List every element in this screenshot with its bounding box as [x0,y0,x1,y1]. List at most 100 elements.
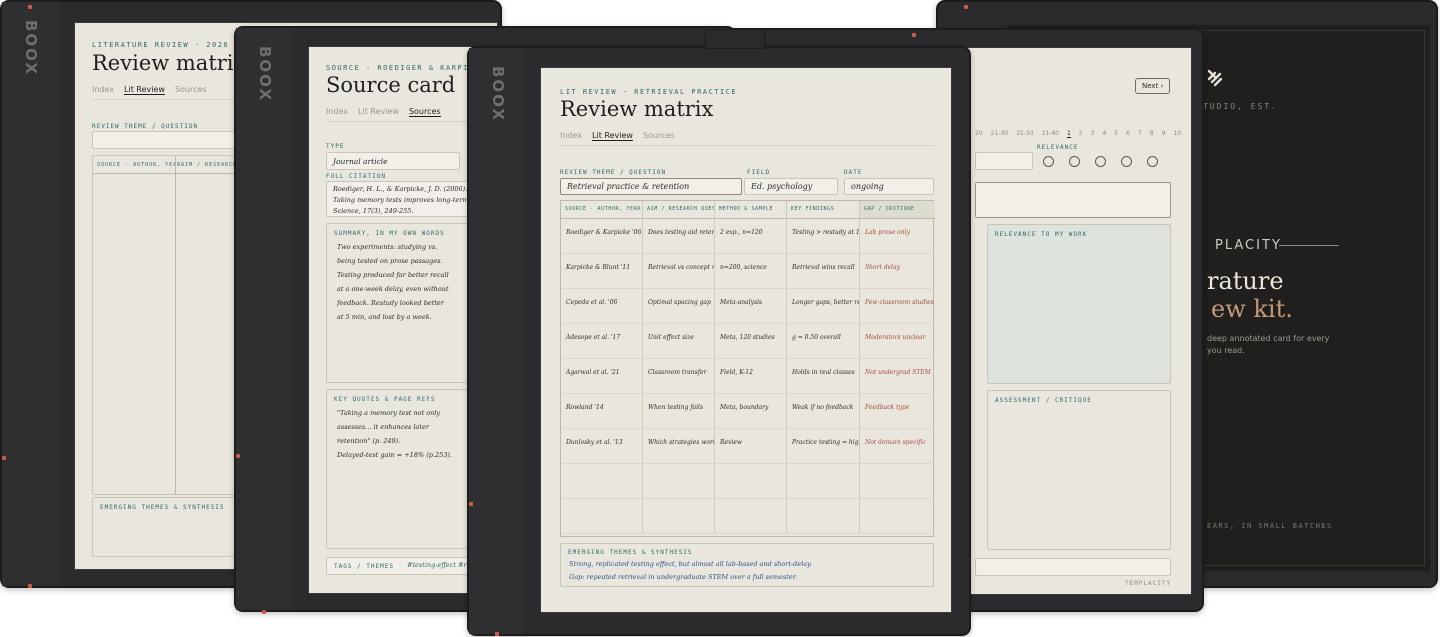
matrix-cell[interactable]: Review [715,429,787,464]
pager-number[interactable]: 4 [1102,130,1106,138]
pager-range[interactable]: 21-30 [991,130,1008,138]
rating-circle-icon[interactable] [1095,156,1106,167]
matrix-cell[interactable]: Not undergrad STEM [860,359,935,394]
matrix-column-header: KEY FINDINGS [787,201,860,219]
pager-number[interactable]: 5 [1114,130,1118,138]
type-field[interactable]: Journal article [326,152,460,170]
brand-rule [1279,245,1339,246]
boox-logo: BOOX [256,46,274,102]
matrix-cell[interactable]: Dunlosky et al. '13 [561,429,643,464]
pager-range[interactable]: 25-30 [1016,130,1033,138]
matrix-cell[interactable]: Rowland '14 [561,394,643,429]
tab-index[interactable]: Index [326,107,348,117]
matrix-cell[interactable]: n=200, science [715,254,787,289]
matrix-cell[interactable]: Adesope et al. '17 [561,324,643,359]
page-title: Review matrix [560,97,714,121]
matrix-cell[interactable]: Moderators unclear [860,324,935,359]
matrix-cell[interactable]: Longer gaps, better recall [787,289,860,324]
pager-number[interactable]: 3 [1091,130,1095,138]
matrix-column-header: AIM / RESEARCH QUESTION [643,201,715,219]
tags-label: TAGS / THEMES [334,563,394,570]
pager-range[interactable]: 31-40 [1042,130,1059,138]
matrix-cell[interactable]: Practice testing = high utility [787,429,860,464]
matrix-cell[interactable]: When testing fails [643,394,715,429]
assessment-panel[interactable]: ASSESSMENT / CRITIQUE [987,390,1171,550]
pager-number[interactable]: 2 [1079,130,1083,138]
desc-line-1: deep annotated card for every [1207,334,1330,343]
matrix-cell[interactable]: Retrieval wins recall [787,254,860,289]
date-label: DATE [844,169,863,176]
matrix-cell[interactable]: Holds in real classes [787,359,860,394]
tab-sources[interactable]: Sources [643,131,675,141]
tab-sources[interactable]: Sources [175,85,207,95]
matrix-cell[interactable] [643,464,715,499]
matrix-cell[interactable] [860,464,935,499]
matrix-cell[interactable]: Short delay [860,254,935,289]
matrix-cell[interactable]: Agarwal et al. '21 [561,359,643,394]
pager-number[interactable]: 6 [1126,130,1130,138]
rating-circle-icon[interactable] [1069,156,1080,167]
matrix-cell[interactable] [715,499,787,534]
matrix-cell[interactable]: Weak if no feedback [787,394,860,429]
rating-circle-icon[interactable] [1147,156,1158,167]
theme-input[interactable]: Retrieval practice & retention [560,178,742,195]
date-input[interactable]: ongoing [844,178,934,195]
pager-number[interactable]: 1 [1066,130,1071,138]
tags-value: #testing-effect #retr [407,561,477,569]
matrix-cell[interactable]: Few classroom studies [860,289,935,324]
tab-index[interactable]: Index [92,85,114,95]
emerging-panel[interactable]: EMERGING THEMES & SYNTHESIS Strong, repl… [560,543,934,587]
matrix-cell[interactable] [860,499,935,534]
matrix-cell[interactable]: Retrieval vs concept maps [643,254,715,289]
pager-number[interactable]: 7 [1138,130,1142,138]
matrix-cell[interactable]: Testing > restudy at 1 wk [787,219,860,254]
emerging-label: EMERGING THEMES & SYNTHESIS [568,549,693,556]
matrix-cell[interactable]: Not domain specific [860,429,935,464]
pager-number[interactable]: 10 [1173,130,1181,138]
tab-lit-review[interactable]: Lit Review [592,131,633,141]
matrix-cell[interactable]: Does testing aid retention? [643,219,715,254]
matrix-cell[interactable] [561,464,643,499]
brand-text: PLACITY [1215,238,1282,253]
matrix-cell[interactable] [787,499,860,534]
matrix-cell[interactable] [643,499,715,534]
matrix-cell[interactable]: Meta, boundary [715,394,787,429]
pager-number[interactable]: 8 [1150,130,1154,138]
tab-lit-review[interactable]: Lit Review [124,85,165,95]
studio-text: TUDIO, EST. [1203,102,1278,111]
matrix-cell[interactable]: Unit effect size [643,324,715,359]
tab-bar: Index Lit Review Sources [560,131,675,141]
matrix-cell[interactable]: Feedback type [860,394,935,429]
next-button[interactable]: Next › [1135,78,1171,94]
relevance-to-work-panel[interactable]: RELEVANCE TO MY WORK [987,224,1171,384]
summary-label: SUMMARY, IN MY OWN WORDS [334,230,445,237]
matrix-cell[interactable] [561,499,643,534]
matrix-cell[interactable] [787,464,860,499]
matrix-cell[interactable]: Classroom transfer [643,359,715,394]
footer-brand: TEMPLACITY [1125,580,1172,587]
matrix-cell[interactable]: Karpicke & Blunt '11 [561,254,643,289]
pager-number[interactable]: 9 [1162,130,1166,138]
matrix-cell[interactable]: Field, K-12 [715,359,787,394]
matrix-cell[interactable]: Optimal spacing gap [643,289,715,324]
tab-bar: Index Lit Review Sources [92,85,207,95]
matrix-cell[interactable]: Roediger & Karpicke '06 [561,219,643,254]
matrix-cell[interactable]: Cepeda et al. '06 [561,289,643,324]
headline-line-2: ew kit. [1211,295,1293,323]
tab-lit-review[interactable]: Lit Review [358,107,399,117]
matrix-cell[interactable]: 2 exp., n=120 [715,219,787,254]
page-title: Review matrix [92,51,246,75]
review-matrix-screen-3: LIT REVIEW · RETRIEVAL PRACTICE Review m… [540,67,952,613]
pager-range[interactable]: 20 [975,130,983,138]
rating-circle-icon[interactable] [1121,156,1132,167]
tab-sources[interactable]: Sources [408,107,441,117]
matrix-cell[interactable]: Meta, 120 studies [715,324,787,359]
matrix-cell[interactable]: Which strategies work [643,429,715,464]
matrix-cell[interactable]: g = 0.50 overall [787,324,860,359]
matrix-cell[interactable] [715,464,787,499]
tab-index[interactable]: Index [560,131,582,141]
matrix-cell[interactable]: Meta-analysis [715,289,787,324]
rating-circle-icon[interactable] [1043,156,1054,167]
matrix-cell[interactable]: Lab prose only [860,219,935,254]
field-input[interactable]: Ed. psychology [744,178,838,195]
